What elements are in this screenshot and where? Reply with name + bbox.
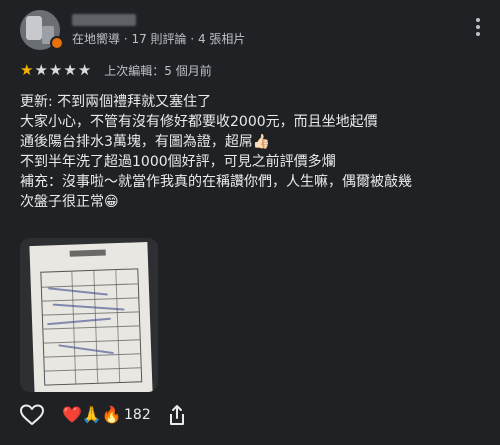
receipt-paper bbox=[29, 241, 153, 392]
star-icon: ★ bbox=[20, 61, 34, 79]
review-actions: ❤️🙏🔥 182 bbox=[20, 400, 490, 430]
edited-timestamp: 上次編輯：5 個月前 bbox=[104, 63, 212, 78]
share-icon[interactable] bbox=[166, 404, 188, 426]
star-icon: ★ bbox=[63, 61, 77, 79]
heart-outline-icon[interactable] bbox=[20, 404, 44, 426]
reaction-count: 182 bbox=[124, 407, 151, 423]
star-icon: ★ bbox=[77, 61, 92, 79]
reviewer-name-blurred[interactable] bbox=[72, 14, 136, 26]
reviewer-header: 在地嚮導 · 17 則評論 · 4 張相片 bbox=[20, 8, 490, 52]
receipt-title bbox=[69, 249, 106, 257]
reviewer-meta: 在地嚮導 · 17 則評論 · 4 張相片 bbox=[72, 32, 246, 46]
review-photo[interactable] bbox=[20, 238, 158, 392]
local-guide-badge-icon bbox=[50, 36, 64, 50]
star-icon: ★ bbox=[48, 61, 63, 79]
star-icon: ★ bbox=[34, 61, 48, 79]
more-options-icon[interactable] bbox=[476, 18, 480, 39]
receipt-table bbox=[40, 268, 143, 386]
review-rating: ★ ★ ★ ★ ★ 上次編輯：5 個月前 bbox=[20, 60, 212, 80]
review-text: 更新: 不到兩個禮拜就又塞住了 大家小心，不管有沒有修好都要收2000元，而且坐… bbox=[20, 94, 412, 210]
avatar-image-shape bbox=[26, 16, 42, 40]
reaction-emojis[interactable]: ❤️🙏🔥 bbox=[62, 406, 122, 424]
